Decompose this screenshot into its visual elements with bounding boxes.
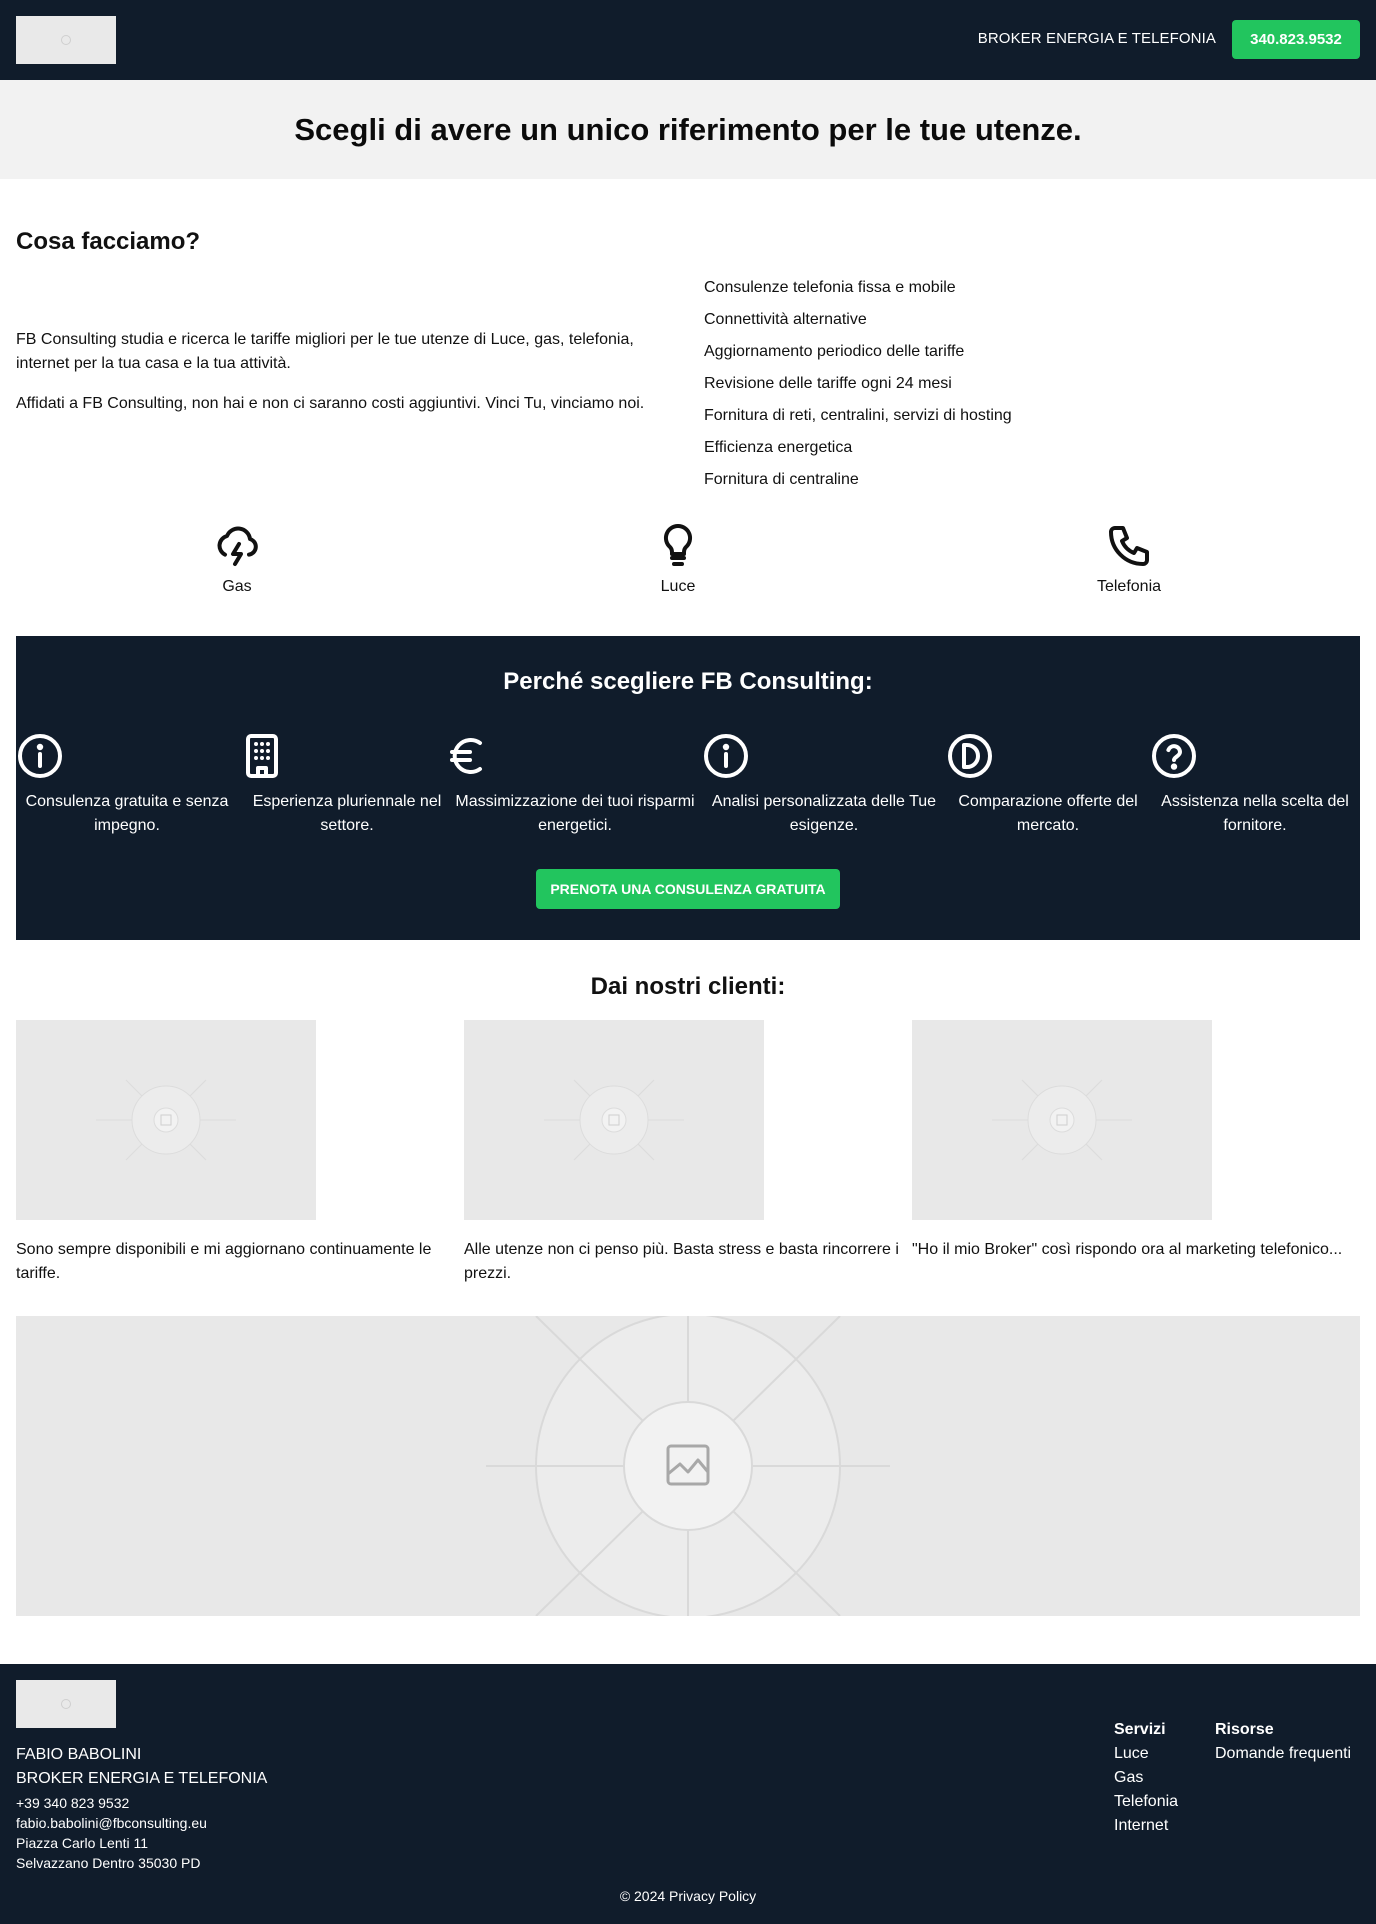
service-item: Aggiornamento periodico delle tariffe bbox=[704, 343, 965, 360]
services-list: Consulenze telefonia fissa e mobile Conn… bbox=[704, 276, 1012, 500]
service-item: Fornitura di reti, centralini, servizi d… bbox=[704, 407, 1012, 424]
phone-button[interactable]: 340.823.9532 bbox=[1232, 20, 1360, 59]
service-item: Fornitura di centraline bbox=[704, 471, 859, 488]
footer-address: Piazza Carlo Lenti 11 bbox=[16, 1835, 149, 1851]
hero-banner: Scegli di avere un unico riferimento per… bbox=[0, 80, 1376, 179]
header-tagline: BROKER ENERGIA E TELEFONIA bbox=[977, 30, 1216, 47]
testimonial-image bbox=[464, 1020, 764, 1220]
service-item: Revisione delle tariffe ogni 24 mesi bbox=[704, 375, 952, 392]
testimonial-card: Alle utenze non ci penso più. Basta stre… bbox=[464, 1020, 904, 1286]
compare-icon bbox=[948, 734, 992, 778]
building-icon bbox=[246, 734, 278, 778]
footer-servizi: Servizi Luce Gas Telefonia Internet bbox=[1114, 1718, 1178, 1838]
testimonial-card: "Ho il mio Broker" così rispondo ora al … bbox=[912, 1020, 1352, 1262]
book-consultation-button[interactable]: PRENOTA UNA CONSULENZA GRATUITA bbox=[536, 869, 840, 909]
why-section: Perché scegliere FB Consulting: Consulen… bbox=[16, 636, 1360, 940]
about-paragraph: FB Consulting studia e ricerca le tariff… bbox=[16, 331, 634, 372]
utility-telefonia: Telefonia bbox=[1059, 522, 1199, 596]
footer-role: BROKER ENERGIA E TELEFONIA bbox=[16, 1770, 268, 1787]
testimonial-quote: Alle utenze non ci penso più. Basta stre… bbox=[464, 1241, 899, 1282]
feature-item: Esperienza pluriennale nel settore. bbox=[238, 732, 456, 838]
banner-image bbox=[16, 1316, 1360, 1616]
utility-luce: Luce bbox=[608, 522, 748, 596]
hero-title: Scegli di avere un unico riferimento per… bbox=[294, 111, 1082, 147]
about-title: Cosa facciamo? bbox=[16, 228, 201, 255]
footer-email[interactable]: fabio.babolini@fbconsulting.eu bbox=[16, 1815, 207, 1831]
utility-label: Telefonia bbox=[1096, 578, 1162, 595]
image-placeholder-icon bbox=[96, 1079, 236, 1161]
feature-item: Comparazione offerte del mercato. bbox=[946, 732, 1150, 838]
feature-text: Consulenza gratuita e senza impegno. bbox=[25, 793, 229, 834]
feature-text: Analisi personalizzata delle Tue esigenz… bbox=[711, 793, 937, 834]
feature-item: Consulenza gratuita e senza impegno. bbox=[16, 732, 238, 838]
footer-phone[interactable]: +39 340 823 9532 bbox=[16, 1795, 129, 1811]
feature-text: Esperienza pluriennale nel settore. bbox=[252, 793, 442, 834]
euro-icon bbox=[450, 738, 482, 774]
feature-text: Massimizzazione dei tuoi risparmi energe… bbox=[455, 793, 695, 834]
footer-servizi-title: Servizi bbox=[1114, 1721, 1166, 1738]
site-footer: FABIO BABOLINI BROKER ENERGIA E TELEFONI… bbox=[0, 1664, 1376, 1924]
feature-text: Assistenza nella scelta del fornitore. bbox=[1161, 793, 1349, 834]
help-icon bbox=[1152, 734, 1196, 778]
image-placeholder-icon bbox=[544, 1079, 684, 1161]
footer-link-faq[interactable]: Domande frequenti bbox=[1215, 1742, 1351, 1766]
utility-label: Gas bbox=[222, 578, 252, 595]
utility-label: Luce bbox=[660, 578, 696, 595]
feature-text: Comparazione offerte del mercato. bbox=[958, 793, 1138, 834]
footer-link-gas[interactable]: Gas bbox=[1114, 1766, 1178, 1790]
feature-item: Assistenza nella scelta del fornitore. bbox=[1150, 732, 1360, 838]
footer-link-internet[interactable]: Internet bbox=[1114, 1814, 1178, 1838]
footer-link-luce[interactable]: Luce bbox=[1114, 1742, 1178, 1766]
logo-placeholder-icon bbox=[61, 35, 71, 45]
feature-item: Massimizzazione dei tuoi risparmi energe… bbox=[444, 732, 706, 838]
footer-risorse-title: Risorse bbox=[1215, 1721, 1274, 1738]
info-icon bbox=[704, 734, 748, 778]
logo[interactable] bbox=[16, 16, 116, 64]
testimonial-quote: Sono sempre disponibili e mi aggiornano … bbox=[16, 1241, 432, 1282]
utility-gas: Gas bbox=[167, 522, 307, 596]
why-title: Perché scegliere FB Consulting: bbox=[503, 668, 873, 695]
feature-item: Analisi personalizzata delle Tue esigenz… bbox=[702, 732, 946, 838]
footer-link-telefonia[interactable]: Telefonia bbox=[1114, 1790, 1178, 1814]
image-placeholder-icon bbox=[486, 1316, 890, 1616]
logo-placeholder-icon bbox=[61, 1699, 71, 1709]
footer-city: Selvazzano Dentro 35030 PD bbox=[16, 1855, 201, 1871]
copyright[interactable]: © 2024 Privacy Policy bbox=[0, 1888, 1376, 1904]
cloud-lightning-icon bbox=[217, 526, 258, 566]
clients-title: Dai nostri clienti: bbox=[590, 973, 786, 1000]
about-paragraph: Affidati a FB Consulting, non hai e non … bbox=[16, 395, 645, 412]
footer-risorse: Risorse Domande frequenti bbox=[1215, 1718, 1351, 1766]
service-item: Connettività alternative bbox=[704, 311, 867, 328]
image-placeholder-icon bbox=[992, 1079, 1132, 1161]
testimonial-image bbox=[912, 1020, 1212, 1220]
footer-logo[interactable] bbox=[16, 1680, 116, 1728]
info-icon bbox=[18, 734, 62, 778]
service-item: Consulenze telefonia fissa e mobile bbox=[704, 279, 956, 296]
footer-name: FABIO BABOLINI bbox=[16, 1746, 142, 1763]
service-item: Efficienza energetica bbox=[704, 439, 853, 456]
testimonial-card: Sono sempre disponibili e mi aggiornano … bbox=[16, 1020, 456, 1286]
testimonial-image bbox=[16, 1020, 316, 1220]
phone-icon bbox=[1109, 526, 1149, 566]
testimonial-quote: "Ho il mio Broker" così rispondo ora al … bbox=[912, 1241, 1343, 1258]
lightbulb-icon bbox=[663, 523, 693, 566]
site-header: BROKER ENERGIA E TELEFONIA 340.823.9532 bbox=[0, 0, 1376, 80]
